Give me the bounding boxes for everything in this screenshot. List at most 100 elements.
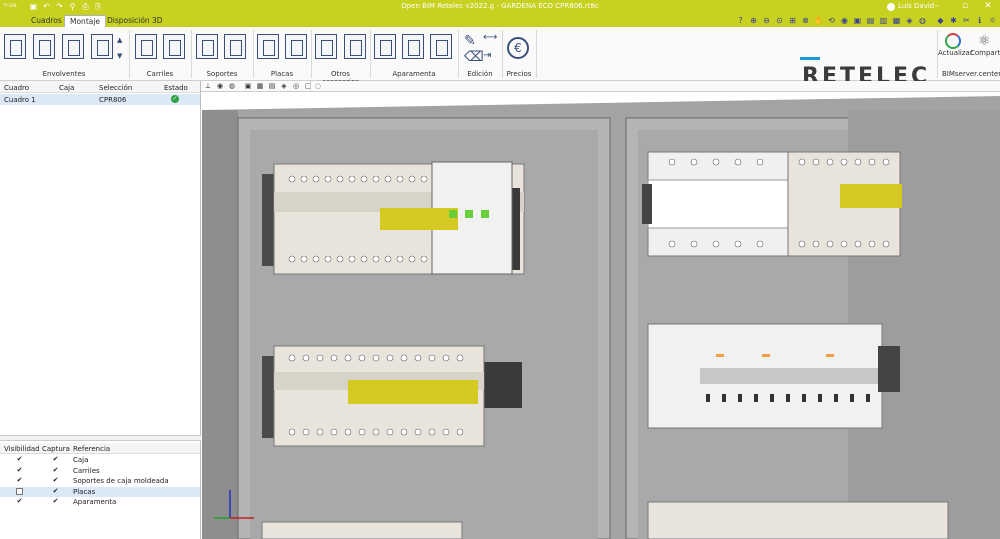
zoom-out-icon[interactable]: ⊖ bbox=[761, 15, 772, 26]
accesorio-edit-button[interactable] bbox=[344, 34, 366, 59]
settings-icon[interactable]: ✱ bbox=[948, 15, 959, 26]
panel-splitter[interactable] bbox=[0, 435, 201, 441]
actualizar-label[interactable]: Actualizar bbox=[938, 49, 973, 57]
visibility-checkbox[interactable]: ✔ bbox=[16, 456, 23, 463]
breaker-row-6 bbox=[647, 501, 949, 539]
user-icon bbox=[887, 3, 895, 11]
select-view-icon[interactable]: ▣ bbox=[852, 15, 863, 26]
tab-cuadros[interactable]: Cuadros bbox=[26, 15, 67, 27]
visibility-checkbox[interactable]: ✔ bbox=[16, 477, 23, 484]
share-icon[interactable]: ⚛ bbox=[978, 33, 991, 49]
visibility-row[interactable]: ✔ Placas bbox=[0, 486, 200, 497]
group-placas-label: Placas bbox=[270, 70, 294, 78]
accesorio-add-button[interactable] bbox=[315, 34, 337, 59]
info-icon[interactable]: ℹ bbox=[974, 15, 985, 26]
group-precios-label: Precios bbox=[506, 70, 532, 78]
envolvente-copy-button[interactable] bbox=[62, 34, 84, 59]
left-panel: Cuadro Caja Selección Estado Cuadro 1 CP… bbox=[0, 81, 201, 539]
logo-accent bbox=[800, 57, 820, 60]
group-edicion-label: Edición bbox=[467, 70, 493, 78]
envolvente-delete-button[interactable] bbox=[91, 34, 113, 59]
envolvente-edit-button[interactable] bbox=[33, 34, 55, 59]
dimension-icon[interactable]: ⟷ bbox=[483, 32, 497, 43]
zoom-window-icon[interactable]: ⊙ bbox=[774, 15, 785, 26]
minimize-button[interactable]: – bbox=[924, 0, 950, 14]
capture-checkbox[interactable]: ✔ bbox=[52, 487, 59, 495]
pan-icon[interactable]: ✋ bbox=[813, 15, 824, 26]
window-title: Open BIM Retelec v2022.g - GARDENA ECO C… bbox=[401, 2, 599, 10]
aparamenta-add-button[interactable] bbox=[374, 34, 396, 59]
carril-move-button[interactable] bbox=[163, 34, 185, 59]
viewport-toolbar: ⟂ ◉ ◍ ▣ ▦ ▤ ◈ ◎ ▢ ◌ bbox=[201, 80, 1000, 92]
capture-checkbox[interactable]: ✔ bbox=[52, 477, 59, 484]
aparamenta-group-button[interactable] bbox=[430, 34, 452, 59]
reference-label: Caja bbox=[73, 456, 89, 464]
placa-add-button[interactable] bbox=[257, 34, 279, 59]
visibility-checkbox[interactable]: ✔ bbox=[16, 466, 23, 474]
enclosure-side bbox=[202, 110, 238, 539]
layers-icon[interactable]: ▦ bbox=[256, 82, 264, 90]
help-icon[interactable]: ? bbox=[735, 15, 746, 26]
align-icon[interactable]: ⇥ bbox=[483, 50, 491, 61]
tools-icon[interactable]: ✂ bbox=[961, 15, 972, 26]
tips-icon[interactable]: ☼ bbox=[987, 15, 998, 26]
reference-label: Soportes de caja moldeada bbox=[73, 477, 169, 485]
eye-icon[interactable]: ◉ bbox=[216, 82, 224, 90]
visibility-row[interactable]: ✔ ✔ Carriles bbox=[0, 466, 200, 476]
visibility-row[interactable]: ✔ ✔ Caja bbox=[0, 455, 200, 465]
seleccion-value: CPR806 bbox=[99, 96, 127, 104]
table-row[interactable]: Cuadro 1 CPR806 ✓ bbox=[0, 94, 200, 105]
visibility-checkbox[interactable] bbox=[16, 487, 23, 495]
capture-checkbox[interactable]: ✔ bbox=[52, 498, 59, 505]
tab-montaje[interactable]: Montaje bbox=[64, 15, 107, 27]
view-iso-icon[interactable]: ◈ bbox=[904, 15, 915, 26]
visibility-row[interactable]: ✔ ✔ Aparamenta bbox=[0, 497, 200, 507]
euro-icon[interactable]: € bbox=[507, 37, 529, 59]
view-top-icon[interactable]: ▦ bbox=[891, 15, 902, 26]
group-aparamenta-label: Aparamenta bbox=[392, 70, 436, 78]
zoom-extents-icon[interactable]: ⊞ bbox=[787, 15, 798, 26]
view-icon[interactable]: ◉ bbox=[839, 15, 850, 26]
refresh-icon[interactable] bbox=[945, 33, 961, 49]
view-front-icon[interactable]: ▤ bbox=[865, 15, 876, 26]
tab-bar: Cuadros Montaje Disposición 3D ? ⊕ ⊖ ⊙ ⊞… bbox=[0, 14, 1000, 27]
carril-add-button[interactable] bbox=[135, 34, 157, 59]
visibility-checkbox[interactable]: ✔ bbox=[16, 498, 23, 505]
camera-icon[interactable]: ◍ bbox=[917, 15, 928, 26]
color-icon[interactable]: ▣ bbox=[244, 82, 252, 90]
view-side-icon[interactable]: ▥ bbox=[878, 15, 889, 26]
orbit-icon[interactable]: ⟲ bbox=[826, 15, 837, 26]
cube-icon[interactable]: ◆ bbox=[935, 15, 946, 26]
render-icon[interactable]: ◍ bbox=[228, 82, 236, 90]
bimserver-label: BIMserver.center bbox=[942, 70, 1000, 78]
pointer-icon[interactable]: ◌ bbox=[314, 82, 322, 90]
compartir-label[interactable]: Compartir bbox=[970, 49, 1000, 57]
close-button[interactable]: ✕ bbox=[975, 0, 1000, 14]
axis-icon[interactable]: ⟂ bbox=[204, 82, 212, 90]
reference-label: Placas bbox=[73, 487, 96, 496]
zoom-previous-icon[interactable]: ⊗ bbox=[800, 15, 811, 26]
envolvente-new-button[interactable] bbox=[4, 34, 26, 59]
pencil-icon[interactable]: ✎ bbox=[464, 33, 476, 49]
breaker-row-2 bbox=[262, 345, 522, 447]
tab-disposicion-3d[interactable]: Disposición 3D bbox=[102, 15, 168, 27]
zoom-in-icon[interactable]: ⊕ bbox=[748, 15, 759, 26]
3d-viewport[interactable] bbox=[202, 92, 1000, 539]
reference-label: Carriles bbox=[73, 466, 100, 475]
eraser-icon[interactable]: ⌫ bbox=[464, 49, 484, 65]
aparamenta-single-button[interactable] bbox=[402, 34, 424, 59]
visibility-row[interactable]: ✔ ✔ Soportes de caja moldeada bbox=[0, 476, 200, 486]
capture-checkbox[interactable]: ✔ bbox=[52, 456, 59, 463]
placa-move-button[interactable] bbox=[285, 34, 307, 59]
viewport-canvas[interactable] bbox=[202, 92, 1000, 539]
soporte-add-button[interactable] bbox=[196, 34, 218, 59]
move-down-icon[interactable]: ▼ bbox=[117, 52, 122, 60]
visibility-icon[interactable]: ◎ bbox=[292, 82, 300, 90]
reference-label: Aparamenta bbox=[73, 498, 117, 506]
box-icon[interactable]: ◈ bbox=[280, 82, 288, 90]
soporte-move-button[interactable] bbox=[224, 34, 246, 59]
move-up-icon[interactable]: ▲ bbox=[117, 36, 122, 44]
capture-checkbox[interactable]: ✔ bbox=[52, 466, 59, 474]
cuadro-name: Cuadro 1 bbox=[4, 96, 36, 104]
grid-icon[interactable]: ▤ bbox=[268, 82, 276, 90]
